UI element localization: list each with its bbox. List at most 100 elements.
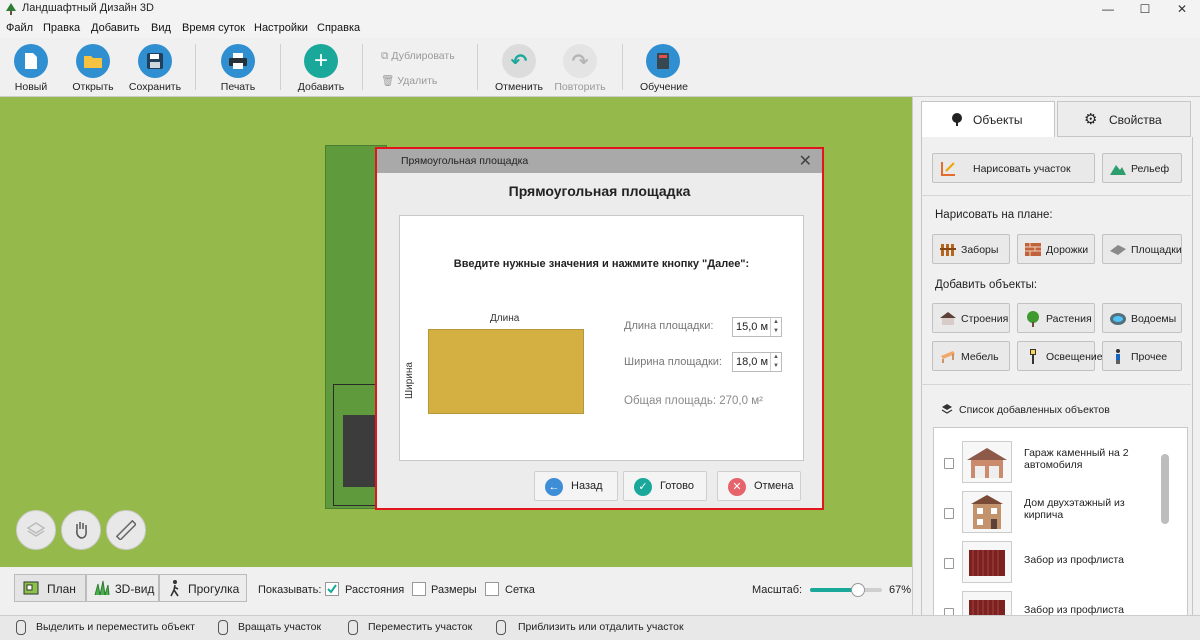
delete-button[interactable]: 🗑 Удалить xyxy=(381,74,437,87)
open-button[interactable]: Открыть xyxy=(70,44,116,93)
undo-button[interactable]: ↶ Отменить xyxy=(494,44,544,93)
cancel-label: Отмена xyxy=(754,480,794,492)
close-icon[interactable]: ✕ xyxy=(1164,0,1200,18)
tree-icon xyxy=(1027,311,1039,327)
duplicate-button[interactable]: ⧉ Дублировать xyxy=(381,50,455,63)
tab-properties[interactable]: ⚙ Свойства xyxy=(1057,101,1191,137)
sizes-checkbox[interactable] xyxy=(412,582,426,596)
view-bar: План 3D-вид Прогулка Показывать: Расстоя… xyxy=(0,567,912,615)
minimize-icon[interactable]: — xyxy=(1090,0,1126,18)
distances-checkbox[interactable] xyxy=(325,582,339,596)
width-stepper[interactable]: 18,0 м ▲ ▼ xyxy=(732,352,782,372)
other-button[interactable]: Прочее xyxy=(1102,341,1182,371)
lamp-icon xyxy=(1030,349,1036,364)
grid-checkbox[interactable] xyxy=(485,582,499,596)
paths-button[interactable]: Дорожки xyxy=(1017,234,1095,264)
menu-settings[interactable]: Настройки xyxy=(254,22,308,34)
toolbar-separator xyxy=(362,44,363,90)
hand-icon[interactable] xyxy=(61,510,101,550)
cancel-button[interactable]: ✕ Отмена xyxy=(717,471,801,501)
status-rotate-hint: Вращать участок xyxy=(238,621,322,633)
mouse-left-click-icon xyxy=(16,620,26,635)
plus-icon: + xyxy=(304,44,338,78)
menu-file[interactable]: Файл xyxy=(6,22,33,34)
mouse-middle-click-icon xyxy=(348,620,358,635)
unlock-icon[interactable] xyxy=(944,458,954,469)
new-button[interactable]: Новый xyxy=(10,44,52,93)
width-label: Ширина площадки: xyxy=(624,356,722,368)
bench-icon xyxy=(941,351,955,363)
unlock-icon[interactable] xyxy=(944,508,954,519)
menu-bar: Файл Правка Добавить Вид Время суток Нас… xyxy=(0,18,1200,38)
menu-time-of-day[interactable]: Время суток xyxy=(182,22,245,34)
menu-help[interactable]: Справка xyxy=(317,22,360,34)
maximize-icon[interactable]: ☐ xyxy=(1127,0,1163,18)
learn-button[interactable]: Обучение xyxy=(640,44,688,93)
list-item[interactable]: Забор из профлиста xyxy=(934,538,1164,588)
objects-list[interactable]: Гараж каменный на 2 автомобиля Дом двухэ… xyxy=(933,427,1188,619)
undo-icon: ↶ xyxy=(502,44,536,78)
toolbar-separator xyxy=(622,44,623,90)
dialog-close-icon[interactable]: ✕ xyxy=(799,151,812,171)
buildings-button[interactable]: Строения xyxy=(932,303,1010,333)
garage-thumbnail xyxy=(962,441,1012,483)
divider xyxy=(921,384,1191,385)
walk-button[interactable]: Прогулка xyxy=(159,574,247,602)
tab-objects[interactable]: Объекты xyxy=(921,101,1055,137)
list-item[interactable]: Дом двухэтажный из кирпича xyxy=(934,488,1164,538)
relief-label: Рельеф xyxy=(1131,163,1170,175)
print-button[interactable]: Печать xyxy=(216,44,260,93)
unlock-icon[interactable] xyxy=(944,558,954,569)
garage-object xyxy=(343,415,379,487)
other-label: Прочее xyxy=(1131,351,1168,363)
add-button[interactable]: + Добавить xyxy=(296,44,346,93)
stepper-arrows-icon[interactable]: ▲ ▼ xyxy=(770,318,781,336)
fences-button[interactable]: Заборы xyxy=(932,234,1010,264)
dialog-heading: Прямоугольная площадка xyxy=(508,183,691,199)
back-button[interactable]: ← Назад xyxy=(534,471,618,501)
rectangular-platform-dialog: Прямоугольная площадка ✕ Прямоугольная п… xyxy=(375,147,824,510)
length-stepper[interactable]: 15,0 м ▲ ▼ xyxy=(732,317,782,337)
ponds-button[interactable]: Водоемы xyxy=(1102,303,1182,333)
stepper-arrows-icon[interactable]: ▲ ▼ xyxy=(770,353,781,371)
menu-view[interactable]: Вид xyxy=(151,22,171,34)
lighting-label: Освещение xyxy=(1046,351,1103,363)
layers-icon xyxy=(941,404,953,414)
redo-button[interactable]: ↷ Повторить xyxy=(554,44,606,93)
tree-icon xyxy=(952,113,962,126)
floppy-disk-icon xyxy=(138,44,172,78)
3d-view-label: 3D-вид xyxy=(115,582,155,596)
fence-icon xyxy=(940,244,956,256)
platforms-button[interactable]: Площадки xyxy=(1102,234,1182,264)
relief-button[interactable]: Рельеф xyxy=(1102,153,1182,183)
plan-icon xyxy=(23,581,39,595)
draw-plot-button[interactable]: Нарисовать участок xyxy=(932,153,1095,183)
ruler-icon[interactable] xyxy=(106,510,146,550)
redo-label: Повторить xyxy=(554,81,606,93)
divider xyxy=(921,195,1191,196)
layers-icon[interactable] xyxy=(16,510,56,550)
book-icon xyxy=(646,44,680,78)
3d-view-button[interactable]: 3D-вид xyxy=(86,574,159,602)
platform-icon xyxy=(1110,245,1126,255)
furniture-button[interactable]: Мебель xyxy=(932,341,1010,371)
show-label: Показывать: xyxy=(258,584,322,596)
save-button[interactable]: Сохранить xyxy=(128,44,182,93)
done-button[interactable]: ✓ Готово xyxy=(623,471,707,501)
checkmark-icon xyxy=(327,584,337,594)
list-scrollbar[interactable] xyxy=(1161,454,1169,524)
dialog-title-bar: Прямоугольная площадка ✕ xyxy=(377,149,822,173)
plan-view-button[interactable]: План xyxy=(14,574,86,602)
scale-slider[interactable] xyxy=(810,583,882,597)
length-value: 15,0 м xyxy=(736,321,769,333)
menu-add[interactable]: Добавить xyxy=(91,22,140,34)
lighting-button[interactable]: Освещение xyxy=(1017,341,1103,371)
list-item[interactable]: Гараж каменный на 2 автомобиля xyxy=(934,438,1164,488)
status-move-hint: Переместить участок xyxy=(368,621,473,633)
back-label: Назад xyxy=(571,480,603,492)
list-item-name: Дом двухэтажный из кирпича xyxy=(1024,497,1125,521)
draw-on-plan-heading: Нарисовать на плане: xyxy=(935,209,1053,221)
plants-button[interactable]: Растения xyxy=(1017,303,1095,333)
scale-slider-knob[interactable] xyxy=(851,583,866,597)
menu-edit[interactable]: Правка xyxy=(43,22,80,34)
